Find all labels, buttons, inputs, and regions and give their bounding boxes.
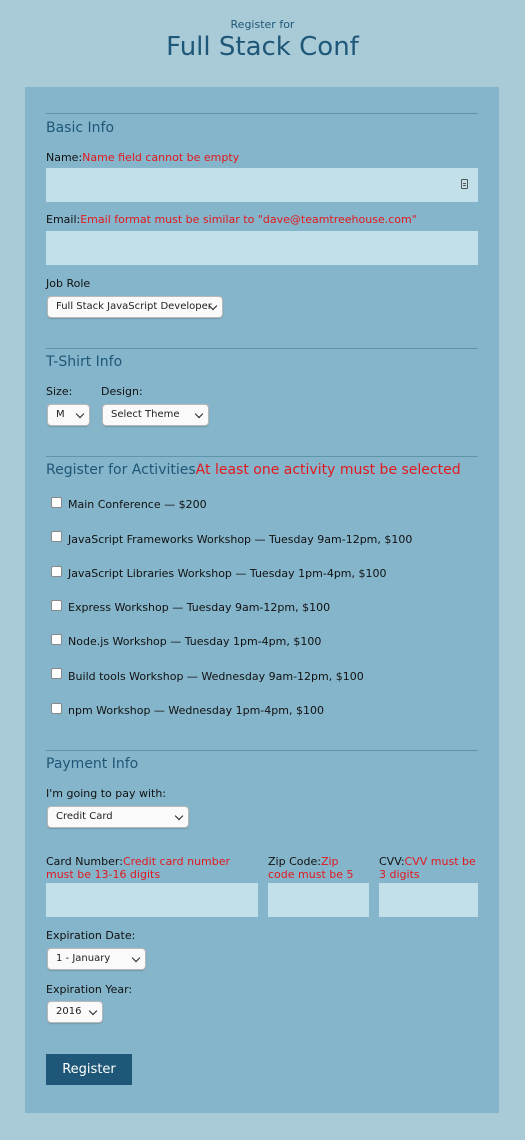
activities-title: Register for ActivitiesAt least one acti…: [46, 462, 461, 478]
divider: [46, 113, 478, 114]
cvv-label: CVV:CVV must be 3 digits: [379, 855, 476, 881]
size-label: Size:: [46, 385, 73, 398]
divider: [46, 348, 478, 349]
pay-with-label: I'm going to pay with:: [46, 787, 167, 800]
page-subtitle: Register for: [230, 18, 295, 31]
card-number-label: Card Number:Credit card number must be 1…: [46, 855, 231, 881]
chevron-down-icon: [194, 409, 204, 419]
zip-code-field[interactable]: [268, 883, 369, 917]
payment-method-select[interactable]: Credit Card: [47, 806, 189, 828]
design-value: Select Theme: [111, 409, 180, 420]
activity-label[interactable]: JavaScript Frameworks Workshop — Tuesday…: [68, 533, 412, 546]
activity-checkbox[interactable]: [51, 668, 62, 679]
registration-form: Basic Info Name:Name field cannot be emp…: [25, 87, 499, 1113]
activity-label[interactable]: Express Workshop — Tuesday 9am-12pm, $10…: [68, 601, 330, 614]
page-title: Full Stack Conf: [166, 32, 359, 62]
job-role-select[interactable]: Full Stack JavaScript Developer: [47, 296, 223, 318]
expiration-date-label: Expiration Date:: [46, 929, 136, 942]
job-role-label: Job Role: [46, 277, 91, 290]
expiration-month-value: 1 - January: [56, 953, 111, 964]
activity-checkbox[interactable]: [51, 531, 62, 542]
activity-checkbox[interactable]: [51, 497, 62, 508]
activity-label[interactable]: npm Workshop — Wednesday 1pm-4pm, $100: [68, 704, 324, 717]
email-error: Email format must be similar to "dave@te…: [80, 213, 417, 226]
divider: [46, 750, 478, 751]
activity-checkbox[interactable]: [51, 600, 62, 611]
design-select[interactable]: Select Theme: [102, 404, 209, 426]
chevron-down-icon: [75, 409, 85, 419]
job-role-value: Full Stack JavaScript Developer: [56, 301, 212, 312]
expiration-month-select[interactable]: 1 - January: [47, 948, 146, 970]
activity-label[interactable]: JavaScript Libraries Workshop — Tuesday …: [68, 567, 387, 580]
activity-checkbox[interactable]: [51, 703, 62, 714]
activity-checkbox[interactable]: [51, 634, 62, 645]
autofill-icon[interactable]: [461, 179, 468, 189]
tshirt-info-title: T-Shirt Info: [46, 354, 123, 370]
expiration-year-value: 2016: [56, 1006, 82, 1017]
chevron-down-icon: [174, 811, 184, 821]
cvv-field[interactable]: [379, 883, 478, 917]
expiration-year-label: Expiration Year:: [46, 983, 133, 996]
card-number-field[interactable]: [46, 883, 258, 917]
email-label: Email:Email format must be similar to "d…: [46, 213, 417, 226]
email-field[interactable]: [46, 231, 478, 265]
payment-info-title: Payment Info: [46, 756, 139, 772]
design-label: Design:: [101, 385, 143, 398]
size-value: M: [56, 409, 65, 420]
size-select[interactable]: M: [47, 404, 90, 426]
activity-checkbox[interactable]: [51, 566, 62, 577]
activities-error: At least one activity must be selected: [195, 462, 461, 478]
name-label: Name:Name field cannot be empty: [46, 151, 240, 164]
name-error: Name field cannot be empty: [82, 151, 240, 164]
chevron-down-icon: [88, 1006, 98, 1016]
divider: [46, 456, 478, 457]
activity-label[interactable]: Main Conference — $200: [68, 498, 207, 511]
payment-method-value: Credit Card: [56, 811, 113, 822]
expiration-year-select[interactable]: 2016: [47, 1001, 103, 1023]
activity-label[interactable]: Node.js Workshop — Tuesday 1pm-4pm, $100: [68, 635, 321, 648]
activity-label[interactable]: Build tools Workshop — Wednesday 9am-12p…: [68, 670, 364, 683]
register-button[interactable]: Register: [46, 1054, 132, 1085]
basic-info-title: Basic Info: [46, 120, 115, 136]
name-field[interactable]: [46, 168, 478, 202]
page-header: Register for Full Stack Conf: [0, 18, 525, 62]
chevron-down-icon: [131, 953, 141, 963]
